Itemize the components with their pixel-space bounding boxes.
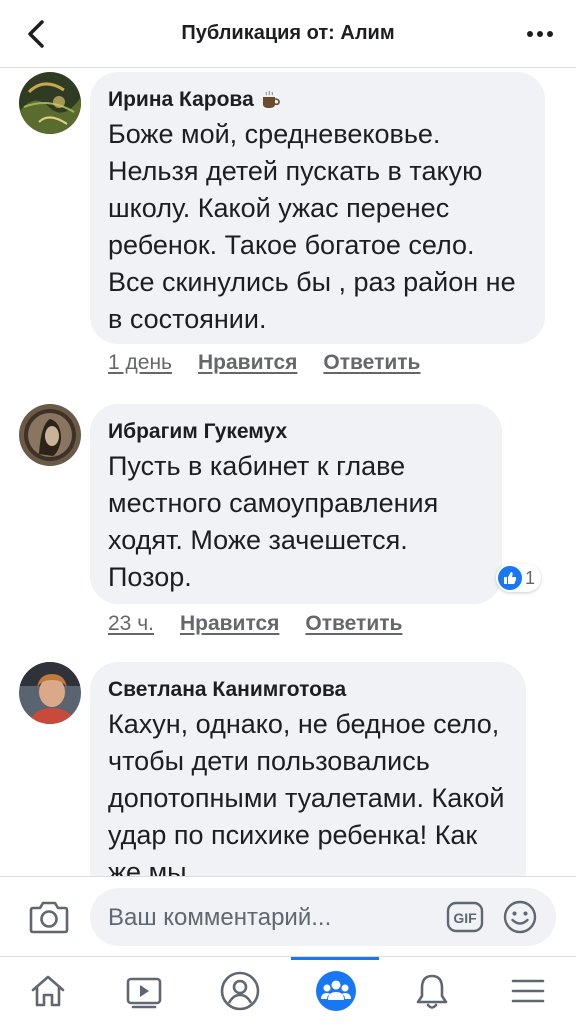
reaction-number: 1 <box>525 567 536 588</box>
nav-video[interactable] <box>96 957 192 1024</box>
comment-text: Кахун, однако, не бедное село, чтобы дет… <box>108 709 505 876</box>
nav-notifications[interactable] <box>384 957 480 1024</box>
comment-input[interactable]: Ваш комментарий... GIF <box>90 888 556 946</box>
author-name[interactable]: Ибрагим Гукемух <box>108 418 287 446</box>
more-horizontal-icon[interactable] <box>524 24 556 44</box>
comment-actions: 23 ч. Нравится Ответить <box>108 612 402 636</box>
page-title: Публикация от: Алим <box>181 22 395 44</box>
video-icon <box>126 977 162 1009</box>
bottom-navigation <box>0 956 576 1024</box>
nav-profile[interactable] <box>192 957 288 1024</box>
reply-button[interactable]: Ответить <box>305 612 402 636</box>
comment-bubble: Ирина Карова Боже мой, средневековье. Не… <box>90 72 545 344</box>
comment-time[interactable]: 23 ч. <box>108 612 154 636</box>
avatar[interactable] <box>19 662 81 724</box>
profile-icon <box>220 971 260 1011</box>
nav-menu[interactable] <box>480 957 576 1024</box>
comment-bubble: Светлана Канимготова Кахун, однако, не б… <box>90 662 526 876</box>
menu-icon <box>511 979 545 1003</box>
home-icon <box>31 975 65 1007</box>
like-button[interactable]: Нравится <box>180 612 279 636</box>
gif-label: GIF <box>453 910 477 926</box>
comment-author[interactable]: Ирина Карова <box>108 86 527 114</box>
nav-groups[interactable] <box>288 957 384 1024</box>
bell-icon <box>416 974 448 1009</box>
reaction-count[interactable]: 1 <box>496 564 542 592</box>
comment-bubble: Ибрагим Гукемух Пусть в кабинет к главе … <box>90 404 502 604</box>
coffee-cup-icon <box>262 90 280 108</box>
like-button[interactable]: Нравится <box>198 351 297 375</box>
author-name[interactable]: Светлана Канимготова <box>108 676 346 704</box>
author-name[interactable]: Ирина Карова <box>108 86 254 114</box>
like-reaction-icon <box>498 566 522 590</box>
emoji-icon[interactable] <box>502 899 538 935</box>
comment-author[interactable]: Светлана Канимготова <box>108 676 508 704</box>
reply-button[interactable]: Ответить <box>323 351 420 375</box>
avatar[interactable] <box>19 404 81 466</box>
avatar[interactable] <box>19 72 81 134</box>
comments-list: Ирина Карова Боже мой, средневековье. Не… <box>0 68 576 876</box>
nav-home[interactable] <box>0 957 96 1024</box>
comment-time[interactable]: 1 день <box>108 351 172 375</box>
comment-actions: 1 день Нравится Ответить <box>108 351 420 375</box>
comment-text: Боже мой, средневековье. Нельзя детей пу… <box>108 119 516 334</box>
comment-author[interactable]: Ибрагим Гукемух <box>108 418 484 446</box>
comment-input-placeholder: Ваш комментарий... <box>108 904 332 931</box>
camera-icon[interactable] <box>28 897 70 937</box>
groups-icon <box>316 971 356 1011</box>
comment-composer: Ваш комментарий... GIF <box>0 876 576 956</box>
top-bar: Публикация от: Алим <box>0 0 576 68</box>
gif-icon[interactable]: GIF <box>446 901 484 933</box>
comment-text: Пусть в кабинет к главе местного самоупр… <box>108 451 439 592</box>
